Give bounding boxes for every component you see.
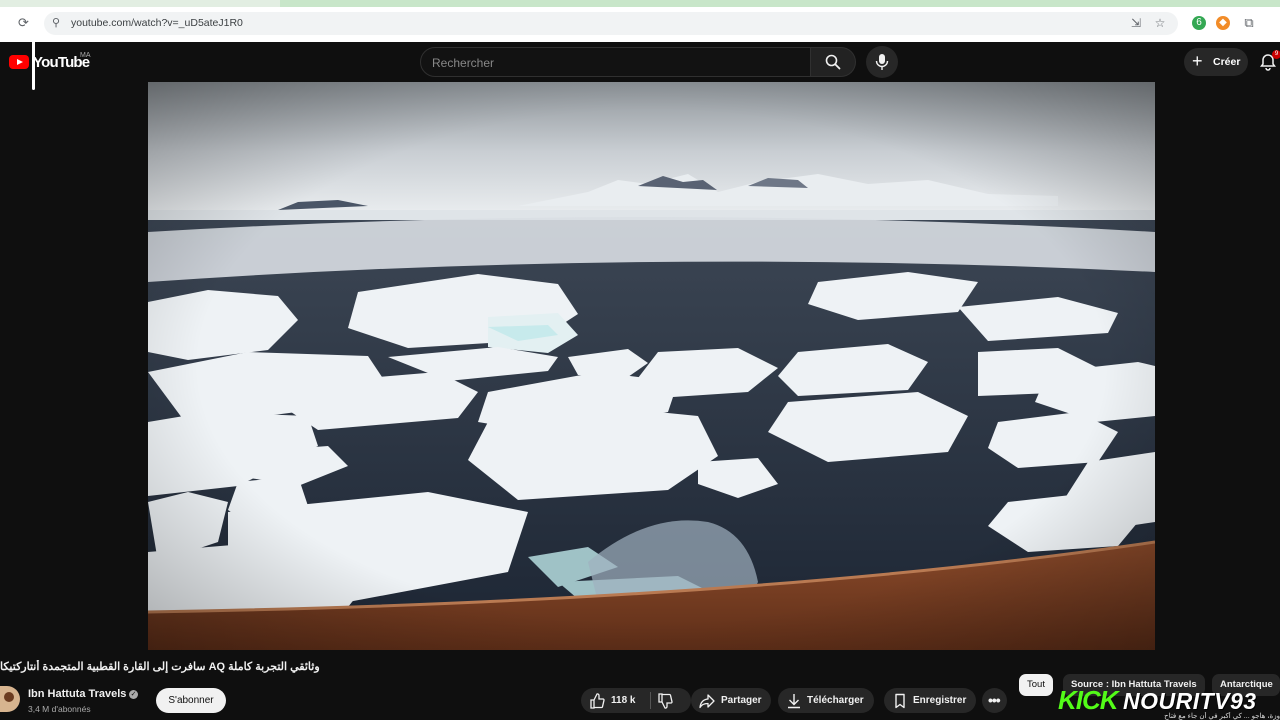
microphone-icon xyxy=(875,54,889,70)
search-placeholder: Rechercher xyxy=(432,56,495,70)
download-button[interactable]: Télécharger xyxy=(778,688,874,713)
thumbs-up-icon xyxy=(590,693,605,709)
kick-logo-overlay: KICK xyxy=(1058,685,1119,715)
subscriber-count: 3,4 M d'abonnés xyxy=(28,704,91,714)
video-player[interactable] xyxy=(148,82,1155,650)
notification-count-badge: 9 xyxy=(1272,50,1280,59)
channel-avatar[interactable] xyxy=(0,686,20,712)
like-divider xyxy=(650,692,651,709)
youtube-logo-icon[interactable] xyxy=(9,55,29,69)
search-button[interactable] xyxy=(811,47,856,77)
more-actions-button[interactable]: ••• xyxy=(982,688,1007,713)
url-text[interactable]: youtube.com/watch?v=_uD5ateJ1R0 xyxy=(71,17,243,29)
save-label: Enregistrer xyxy=(913,695,967,706)
install-icon[interactable]: ⇲ xyxy=(1129,16,1143,30)
extension-avatar-icon[interactable]: ◆ xyxy=(1216,16,1230,30)
share-arrow-icon xyxy=(699,694,715,709)
overlay-ticker: وزة، هاجو ... كي أكبر في أن جاء مع فتاح xyxy=(1164,713,1280,720)
country-code: MA xyxy=(80,52,91,59)
create-label: Créer xyxy=(1213,56,1241,68)
search-icon xyxy=(825,54,841,70)
save-button[interactable]: Enregistrer xyxy=(884,688,976,713)
youtube-header: YouTube MA Rechercher + Créer 9 xyxy=(0,42,1280,82)
extensions-puzzle-icon[interactable]: ⧉ xyxy=(1242,16,1256,30)
mouse-cursor xyxy=(32,20,35,90)
like-count: 118 k xyxy=(611,695,636,706)
share-button[interactable]: Partager xyxy=(691,688,771,713)
video-frame-antarctic-sea-ice xyxy=(148,82,1155,650)
download-icon xyxy=(788,694,800,709)
browser-toolbar: ⟳ ⚲ youtube.com/watch?v=_uD5ateJ1R0 ⇲ ☆ … xyxy=(0,0,1280,42)
search-input[interactable]: Rechercher xyxy=(420,47,811,77)
channel-name[interactable]: Ibn Hattuta Travels xyxy=(28,688,126,700)
verified-check-icon: ✓ xyxy=(129,690,138,699)
streamer-handle-overlay: NOURITV93 xyxy=(1123,688,1257,714)
chip-all[interactable]: Tout xyxy=(1019,674,1053,696)
like-dislike-group: 118 k xyxy=(581,688,691,713)
extension-badge-icon[interactable]: 6 xyxy=(1192,16,1206,30)
like-button[interactable]: 118 k xyxy=(581,688,649,713)
video-title: وثائقي التجربة كاملة AQ سافرت إلى القارة… xyxy=(0,661,320,673)
more-dots-icon: ••• xyxy=(988,692,1001,708)
create-button[interactable]: + Créer xyxy=(1184,48,1248,76)
voice-search-button[interactable] xyxy=(866,46,898,78)
subscribe-button[interactable]: S'abonner xyxy=(156,688,226,713)
bookmark-star-icon[interactable]: ☆ xyxy=(1153,16,1167,30)
reload-icon[interactable]: ⟳ xyxy=(18,16,32,30)
download-label: Télécharger xyxy=(807,695,864,706)
bookmark-save-icon xyxy=(895,693,905,709)
dislike-button[interactable] xyxy=(651,688,691,713)
plus-icon: + xyxy=(1192,51,1203,71)
browser-tab-strip xyxy=(0,0,1280,7)
share-label: Partager xyxy=(721,695,762,706)
address-bar[interactable]: ⚲ youtube.com/watch?v=_uD5ateJ1R0 ⇲ ☆ xyxy=(44,12,1178,35)
thumbs-down-icon xyxy=(658,693,673,709)
site-info-icon[interactable]: ⚲ xyxy=(52,16,66,30)
